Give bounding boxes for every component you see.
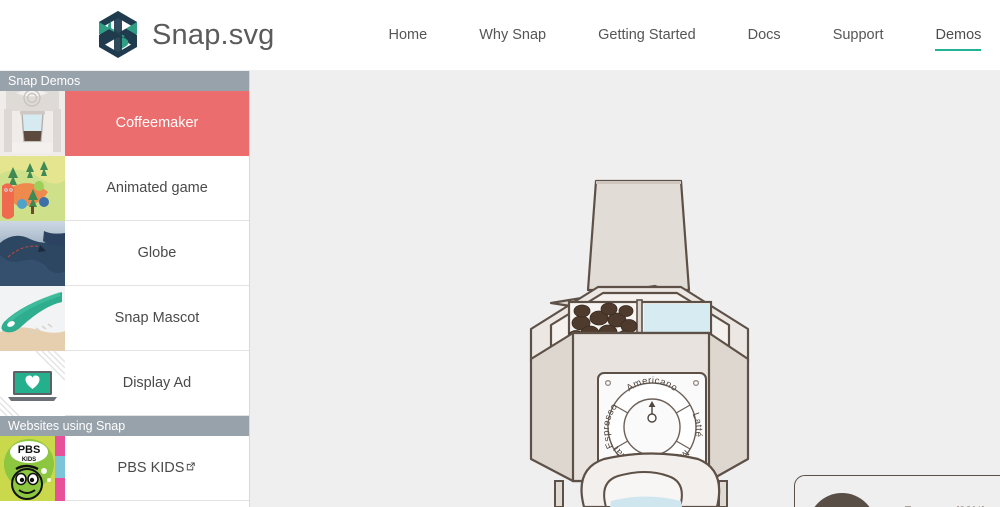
sidebar-item-pbs-kids[interactable]: PBS KIDS PBS KIDS bbox=[0, 435, 249, 501]
demo-stage: Americano Latté Mocha Macchiato Espresso bbox=[251, 71, 1000, 507]
nav-item-why-snap[interactable]: Why Snap bbox=[479, 21, 546, 49]
nav-item-support[interactable]: Support bbox=[833, 21, 884, 49]
demos-sidebar: Snap Demos Coffeemaker Animated game Glo… bbox=[0, 71, 250, 507]
sidebar-item-display-ad[interactable]: Display Ad bbox=[0, 350, 249, 416]
sidebar-item-label-pbs-kids: PBS KIDS bbox=[65, 436, 249, 501]
sidebar-item-label-snap-mascot: Snap Mascot bbox=[114, 310, 200, 326]
main-navigation: Home Why Snap Getting Started Docs Suppo… bbox=[363, 0, 1000, 70]
coffeemaker-thumbnail-icon bbox=[0, 90, 65, 156]
svg-text:PBS: PBS bbox=[18, 444, 41, 456]
sidebar-item-label-display-ad: Display Ad bbox=[122, 375, 192, 391]
nav-item-demos[interactable]: Demos bbox=[935, 21, 981, 51]
sidebar-item-label-coffeemaker: Coffeemaker bbox=[65, 90, 249, 156]
pbs-kids-thumbnail-icon: PBS KIDS bbox=[0, 435, 65, 501]
sidebar-item-animated-game[interactable]: Animated game bbox=[0, 155, 249, 221]
sidebar-item-snap-mascot[interactable]: Snap Mascot bbox=[0, 285, 249, 351]
sidebar-item-globe[interactable]: Globe bbox=[0, 220, 249, 286]
svg-text:KIDS: KIDS bbox=[22, 457, 36, 463]
brand-logo[interactable]: Snap.svg bbox=[96, 0, 275, 70]
sidebar-item-label-animated-game: Animated game bbox=[106, 180, 208, 196]
display-ad-thumbnail-icon bbox=[0, 350, 65, 416]
nav-item-docs[interactable]: Docs bbox=[748, 21, 781, 49]
sidebar-item-label-globe: Globe bbox=[137, 245, 177, 261]
sidebar-item-label-pbs-kids-text: PBS KIDS bbox=[117, 460, 185, 476]
globe-thumbnail-icon bbox=[0, 220, 65, 286]
brew-stats-panel: Espresso (33%) bbox=[794, 475, 1000, 507]
sidebar-item-coffeemaker[interactable]: Coffeemaker bbox=[0, 90, 249, 156]
snap-hexagon-logo-icon bbox=[96, 9, 140, 61]
animated-game-thumbnail-icon bbox=[0, 155, 65, 221]
external-link-icon bbox=[185, 460, 196, 476]
nav-item-getting-started[interactable]: Getting Started bbox=[598, 21, 696, 49]
coffeemaker-illustration[interactable]: Americano Latté Mocha Macchiato Espresso bbox=[251, 71, 1000, 507]
brand-name: Snap.svg bbox=[152, 18, 275, 51]
section-header-websites-using-snap: Websites using Snap bbox=[0, 416, 249, 436]
nav-item-home[interactable]: Home bbox=[389, 21, 428, 49]
snap-mascot-thumbnail-icon bbox=[0, 285, 65, 351]
brew-pie-chart bbox=[805, 490, 879, 507]
site-header: Snap.svg Home Why Snap Getting Started D… bbox=[0, 0, 1000, 70]
section-header-snap-demos: Snap Demos bbox=[0, 71, 249, 91]
